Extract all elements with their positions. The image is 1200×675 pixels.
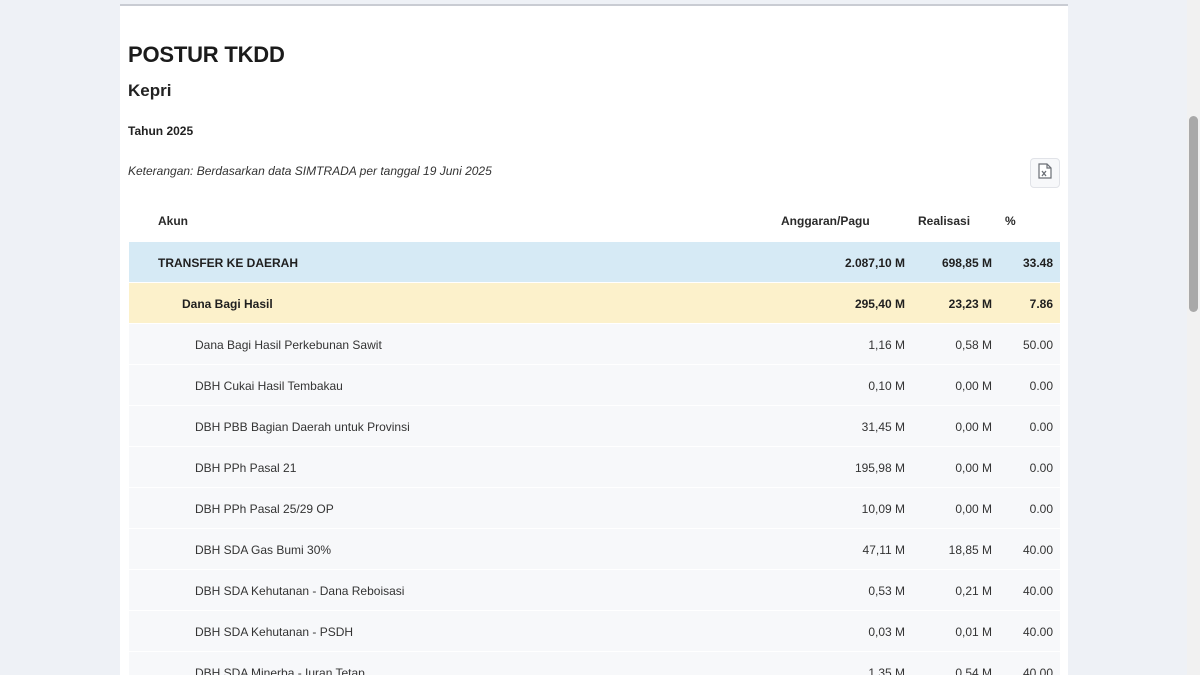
cell-realisasi: 0,01 M bbox=[955, 625, 992, 639]
table-row[interactable]: Dana Bagi Hasil 295,40 M 23,23 M 7.86 bbox=[129, 283, 1060, 324]
column-header-percent[interactable]: % bbox=[1005, 214, 1016, 228]
cell-percent: 40.00 bbox=[1022, 543, 1053, 557]
column-header-akun[interactable]: Akun bbox=[158, 214, 188, 228]
cell-realisasi: 0,00 M bbox=[955, 420, 992, 434]
cell-realisasi: 0,00 M bbox=[955, 379, 992, 393]
cell-anggaran: 31,45 M bbox=[861, 420, 905, 434]
scrollbar-thumb[interactable] bbox=[1189, 116, 1198, 312]
column-header-anggaran[interactable]: Anggaran/Pagu bbox=[781, 214, 870, 228]
table-row: DBH SDA Gas Bumi 30% 47,11 M 18,85 M 40.… bbox=[129, 529, 1060, 570]
cell-akun: DBH Cukai Hasil Tembakau bbox=[195, 379, 343, 393]
cell-anggaran: 47,11 M bbox=[862, 543, 905, 557]
page-scrollbar[interactable] bbox=[1187, 0, 1200, 675]
report-panel: POSTUR TKDD Kepri Tahun 2025 Keterangan:… bbox=[120, 4, 1068, 675]
cell-akun: DBH PPh Pasal 21 bbox=[195, 461, 297, 475]
region-name: Kepri bbox=[128, 81, 172, 100]
table-header: Akun Anggaran/Pagu Realisasi % bbox=[129, 200, 1060, 242]
cell-percent: 0.00 bbox=[1029, 502, 1053, 516]
cell-akun: TRANSFER KE DAERAH bbox=[158, 256, 299, 270]
cell-anggaran: 295,40 M bbox=[854, 297, 905, 311]
cell-akun: DBH SDA Kehutanan - Dana Reboisasi bbox=[195, 584, 405, 598]
excel-export-icon bbox=[1038, 162, 1052, 184]
table-row: DBH PBB Bagian Daerah untuk Provinsi 31,… bbox=[129, 406, 1060, 447]
cell-akun: DBH SDA Minerba - Iuran Tetap bbox=[195, 666, 365, 675]
table-row: DBH Cukai Hasil Tembakau 0,10 M 0,00 M 0… bbox=[129, 365, 1060, 406]
cell-anggaran: 2.087,10 M bbox=[844, 256, 905, 270]
cell-akun: Dana Bagi Hasil Perkebunan Sawit bbox=[195, 338, 382, 352]
cell-anggaran: 0,10 M bbox=[868, 379, 905, 393]
cell-anggaran: 0,03 M bbox=[868, 625, 905, 639]
cell-anggaran: 0,53 M bbox=[868, 584, 905, 598]
table-row: Dana Bagi Hasil Perkebunan Sawit 1,16 M … bbox=[129, 324, 1060, 365]
cell-percent: 7.86 bbox=[1029, 297, 1053, 311]
cell-realisasi: 0,00 M bbox=[955, 502, 992, 516]
cell-percent: 40.00 bbox=[1022, 584, 1053, 598]
cell-anggaran: 1,16 M bbox=[868, 338, 905, 352]
table-row: DBH PPh Pasal 25/29 OP 10,09 M 0,00 M 0.… bbox=[129, 488, 1060, 529]
cell-akun: DBH SDA Kehutanan - PSDH bbox=[195, 625, 354, 639]
tkdd-table: Akun Anggaran/Pagu Realisasi % TRANSFER … bbox=[129, 200, 1060, 675]
cell-anggaran: 10,09 M bbox=[861, 502, 905, 516]
cell-percent: 0.00 bbox=[1029, 379, 1053, 393]
page-title: POSTUR TKDD bbox=[128, 42, 285, 67]
table-row: DBH PPh Pasal 21 195,98 M 0,00 M 0.00 bbox=[129, 447, 1060, 488]
export-excel-button[interactable] bbox=[1030, 158, 1060, 188]
cell-realisasi: 0,00 M bbox=[955, 461, 992, 475]
cell-percent: 0.00 bbox=[1029, 420, 1053, 434]
cell-akun: Dana Bagi Hasil bbox=[182, 297, 273, 311]
cell-realisasi: 0,58 M bbox=[955, 338, 992, 352]
cell-realisasi: 698,85 M bbox=[941, 256, 992, 270]
cell-realisasi: 0,54 M bbox=[955, 666, 992, 675]
cell-percent: 50.00 bbox=[1022, 338, 1053, 352]
cell-realisasi: 18,85 M bbox=[948, 543, 992, 557]
cell-percent: 0.00 bbox=[1029, 461, 1053, 475]
cell-percent: 40.00 bbox=[1022, 666, 1053, 675]
cell-akun: DBH SDA Gas Bumi 30% bbox=[195, 543, 332, 557]
cell-percent: 40.00 bbox=[1022, 625, 1053, 639]
cell-akun: DBH PPh Pasal 25/29 OP bbox=[195, 502, 334, 516]
data-source-note: Keterangan: Berdasarkan data SIMTRADA pe… bbox=[128, 164, 492, 178]
cell-realisasi: 0,21 M bbox=[955, 584, 992, 598]
cell-realisasi: 23,23 M bbox=[948, 297, 992, 311]
column-header-realisasi[interactable]: Realisasi bbox=[918, 214, 970, 228]
fiscal-year: Tahun 2025 bbox=[128, 124, 194, 138]
table-row[interactable]: TRANSFER KE DAERAH 2.087,10 M 698,85 M 3… bbox=[129, 242, 1060, 283]
table-row: DBH SDA Kehutanan - Dana Reboisasi 0,53 … bbox=[129, 570, 1060, 611]
cell-anggaran: 1,35 M bbox=[868, 666, 905, 675]
cell-akun: DBH PBB Bagian Daerah untuk Provinsi bbox=[195, 420, 410, 434]
cell-anggaran: 195,98 M bbox=[854, 461, 905, 475]
cell-percent: 33.48 bbox=[1022, 256, 1053, 270]
table-row: DBH SDA Kehutanan - PSDH 0,03 M 0,01 M 4… bbox=[129, 611, 1060, 652]
table-row: DBH SDA Minerba - Iuran Tetap 1,35 M 0,5… bbox=[129, 652, 1060, 675]
